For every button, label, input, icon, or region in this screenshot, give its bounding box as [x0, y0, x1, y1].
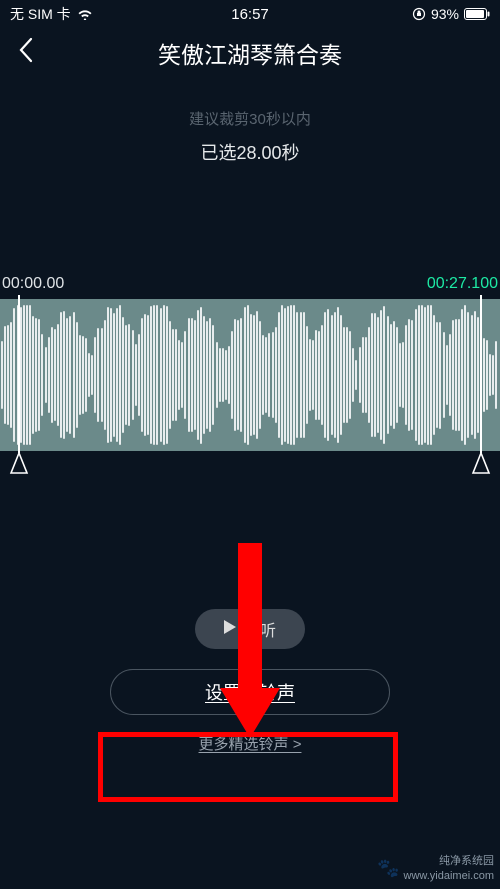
time-end: 00:27.100 — [427, 275, 498, 293]
status-left: 无 SIM 卡 — [10, 4, 93, 24]
carrier-label: 无 SIM 卡 — [10, 4, 71, 24]
battery-pct: 93% — [431, 6, 459, 22]
status-bar: 无 SIM 卡 16:57 93% — [0, 0, 500, 28]
watermark-line2: www.yidaimei.com — [404, 869, 494, 883]
status-right: 93% — [412, 6, 490, 22]
wifi-icon — [77, 8, 93, 20]
time-labels: 00:00.00 00:27.100 — [0, 275, 500, 293]
play-icon — [224, 620, 236, 639]
header: 笑傲江湖琴箫合奏 — [0, 28, 500, 78]
watermark-line1: 纯净系统园 — [404, 854, 494, 868]
waveform-track[interactable] — [0, 299, 500, 451]
set-ringtone-label: 设置为铃声 — [205, 679, 295, 705]
battery-icon — [464, 8, 490, 20]
back-button[interactable] — [18, 37, 34, 70]
trim-handle-right[interactable] — [470, 449, 492, 480]
set-ringtone-button[interactable]: 设置为铃声 — [110, 669, 390, 715]
orientation-lock-icon — [412, 7, 426, 21]
paw-icon: 🐾 — [377, 857, 399, 880]
status-time: 16:57 — [231, 6, 269, 23]
page-title: 笑傲江湖琴箫合奏 — [15, 36, 485, 70]
trim-handle-left[interactable] — [8, 449, 30, 480]
more-ringtones-label: 更多精选铃声 > — [199, 736, 302, 753]
trim-hint: 建议裁剪30秒以内 — [0, 108, 500, 129]
watermark: 🐾 纯净系统园 www.yidaimei.com — [377, 854, 494, 883]
more-ringtones-link[interactable]: 更多精选铃声 > — [0, 733, 500, 754]
selected-duration: 已选28.00秒 — [0, 139, 500, 165]
waveform — [0, 299, 500, 451]
preview-label: 试听 — [244, 617, 276, 641]
preview-button[interactable]: 试听 — [195, 609, 305, 649]
time-start: 00:00.00 — [2, 275, 64, 293]
trim-handles — [0, 451, 500, 481]
